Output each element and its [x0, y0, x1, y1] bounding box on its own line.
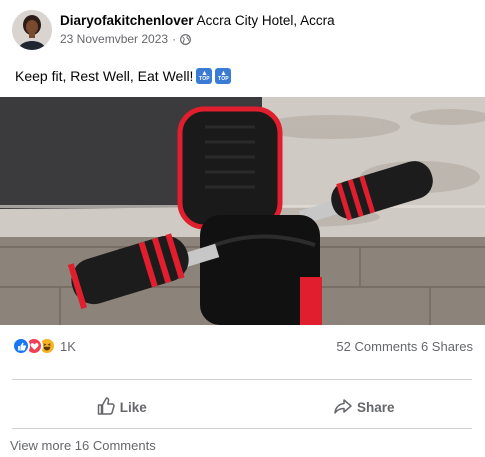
- author-avatar[interactable]: [12, 10, 52, 50]
- view-more-comments-link[interactable]: View more 16 Comments: [10, 438, 156, 453]
- reaction-count[interactable]: 1K: [60, 339, 76, 354]
- author-name[interactable]: Diaryofakitchenlover: [60, 13, 194, 28]
- divider: [12, 428, 472, 429]
- globe-icon: [180, 33, 191, 45]
- like-label: Like: [119, 399, 147, 415]
- top-arrow-emoji: ▲ TOP: [215, 68, 232, 84]
- post-image[interactable]: [0, 97, 485, 325]
- post-date[interactable]: 23 Novemvber 2023: [60, 32, 168, 47]
- post-caption: Keep fit, Rest Well, Eat Well! ▲ TOP ▲ TOP: [15, 68, 232, 84]
- location-text[interactable]: Accra City Hotel, Accra: [197, 13, 335, 28]
- thumbs-up-icon: [96, 396, 120, 419]
- post-stats: 1K 52 Comments 6 Shares: [0, 331, 485, 359]
- like-button[interactable]: Like: [0, 392, 243, 422]
- share-icon: [333, 396, 357, 419]
- action-bar: Like Share: [0, 392, 485, 422]
- divider: [12, 379, 472, 380]
- post-header: Diaryofakitchenlover Accra City Hotel, A…: [12, 10, 472, 52]
- comments-shares-count[interactable]: 52 Comments 6 Shares: [336, 339, 473, 354]
- caption-text: Keep fit, Rest Well, Eat Well!: [15, 68, 194, 84]
- reactions-summary[interactable]: 1K: [12, 337, 76, 355]
- share-button[interactable]: Share: [243, 392, 485, 422]
- top-arrow-emoji: ▲ TOP: [196, 68, 213, 84]
- like-reaction-icon: [12, 337, 30, 355]
- meta-separator: ·: [172, 31, 177, 46]
- share-label: Share: [356, 399, 395, 415]
